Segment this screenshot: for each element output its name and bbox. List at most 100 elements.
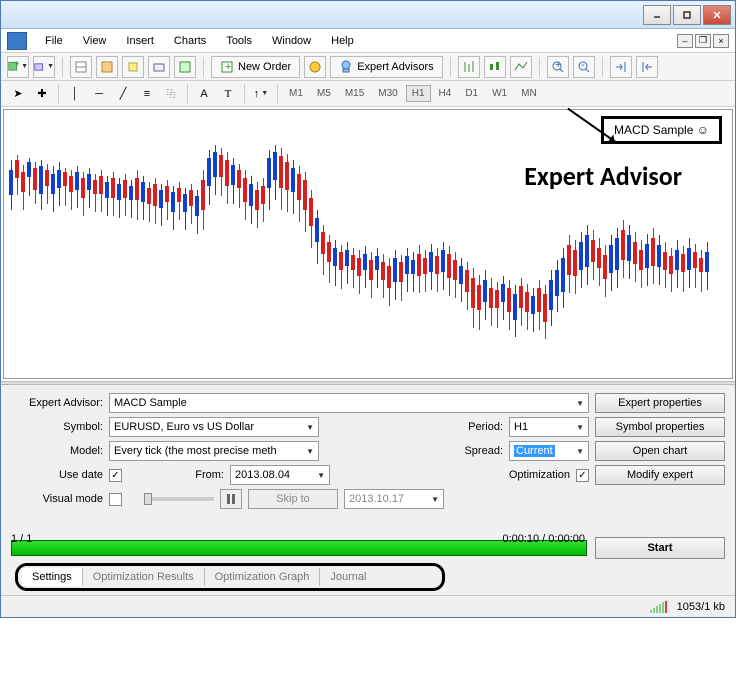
- visual-mode-label: Visual mode: [11, 493, 103, 505]
- zoom-out-icon[interactable]: -: [573, 56, 595, 78]
- symbol-select[interactable]: EURUSD, Euro vs US Dollar▼: [109, 417, 319, 437]
- timeframe-m1[interactable]: M1: [283, 85, 309, 102]
- mdi-restore[interactable]: ❐: [695, 34, 711, 48]
- model-select[interactable]: Every tick (the most precise meth▼: [109, 441, 319, 461]
- expert-label: Expert Advisor:: [11, 397, 103, 409]
- mdi-minimize[interactable]: –: [677, 34, 693, 48]
- use-date-checkbox[interactable]: ✓: [109, 469, 122, 482]
- arrows-icon[interactable]: ↑▼: [250, 83, 272, 105]
- line-chart-icon[interactable]: [510, 56, 532, 78]
- tab-journal[interactable]: Journal: [320, 568, 376, 586]
- horizontal-line-icon[interactable]: ─: [88, 83, 110, 105]
- pause-button[interactable]: [220, 489, 242, 509]
- minimize-button[interactable]: [643, 5, 671, 25]
- data-window-icon[interactable]: [96, 56, 118, 78]
- tab-optimization-results[interactable]: Optimization Results: [83, 568, 205, 586]
- use-date-label: Use date: [11, 469, 103, 481]
- menu-window[interactable]: Window: [262, 32, 321, 50]
- market-watch-icon[interactable]: [70, 56, 92, 78]
- new-order-button[interactable]: + New Order: [211, 56, 300, 78]
- new-chart-icon[interactable]: +▼: [7, 56, 29, 78]
- open-chart-button[interactable]: Open chart: [595, 441, 725, 461]
- statusbar: 1053/1 kb: [1, 595, 735, 617]
- crosshair-icon[interactable]: ✚: [31, 83, 53, 105]
- skip-to-button[interactable]: Skip to: [248, 489, 338, 509]
- timeframe-w1[interactable]: W1: [486, 85, 513, 102]
- modify-expert-button[interactable]: Modify expert: [595, 465, 725, 485]
- progress-bar: [11, 540, 587, 556]
- visual-mode-checkbox[interactable]: [109, 493, 122, 506]
- expert-properties-button[interactable]: Expert properties: [595, 393, 725, 413]
- timeframe-m5[interactable]: M5: [311, 85, 337, 102]
- trendline-icon[interactable]: ╱: [112, 83, 134, 105]
- from-label: From:: [184, 469, 224, 481]
- tester-tabs: SettingsOptimization ResultsOptimization…: [15, 563, 445, 591]
- traffic-label: 1053/1 kb: [677, 601, 725, 613]
- metaquotes-icon[interactable]: [304, 56, 326, 78]
- new-order-label: New Order: [238, 61, 291, 73]
- symbol-properties-button[interactable]: Symbol properties: [595, 417, 725, 437]
- tab-settings[interactable]: Settings: [22, 568, 83, 586]
- svg-text:+: +: [225, 61, 231, 73]
- expert-select[interactable]: MACD Sample▼: [109, 393, 589, 413]
- toolbar-drawing: ➤ ✚ │ ─ ╱ ≡ ⿻ A T ↑▼ M1M5M15M30H1H4D1W1M…: [1, 81, 735, 107]
- optimization-label: Optimization: [490, 469, 570, 481]
- svg-text:-: -: [581, 60, 585, 71]
- timeframe-mn[interactable]: MN: [515, 85, 543, 102]
- expert-advisors-button[interactable]: Expert Advisors: [330, 56, 442, 78]
- zoom-in-icon[interactable]: +: [547, 56, 569, 78]
- bar-chart-icon[interactable]: [458, 56, 480, 78]
- expert-advisors-label: Expert Advisors: [357, 61, 433, 73]
- menu-file[interactable]: File: [35, 32, 73, 50]
- menu-help[interactable]: Help: [321, 32, 364, 50]
- menu-view[interactable]: View: [73, 32, 117, 50]
- svg-text:+: +: [555, 60, 561, 71]
- titlebar: [1, 1, 735, 29]
- svg-text:+: +: [15, 60, 19, 68]
- from-date-select[interactable]: 2013.08.04▼: [230, 465, 330, 485]
- cursor-icon[interactable]: ➤: [7, 83, 29, 105]
- fibonacci-icon[interactable]: ⿻: [160, 83, 182, 105]
- start-button[interactable]: Start: [595, 537, 725, 559]
- mdi-close[interactable]: ×: [713, 34, 729, 48]
- candle-chart-icon[interactable]: [484, 56, 506, 78]
- text-label-icon[interactable]: T: [217, 83, 239, 105]
- menu-tools[interactable]: Tools: [216, 32, 262, 50]
- period-label: Period:: [453, 421, 503, 433]
- text-icon[interactable]: A: [193, 83, 215, 105]
- chart-shift-icon[interactable]: [636, 56, 658, 78]
- vertical-line-icon[interactable]: │: [64, 83, 86, 105]
- spread-label: Spread:: [453, 445, 503, 457]
- profiles-icon[interactable]: ▼: [33, 56, 55, 78]
- toolbar-main: +▼ ▼ + New Order Expert Advisors + -: [1, 53, 735, 81]
- speed-slider[interactable]: [144, 497, 214, 501]
- symbol-label: Symbol:: [11, 421, 103, 433]
- period-select[interactable]: H1▼: [509, 417, 589, 437]
- auto-scroll-icon[interactable]: [610, 56, 632, 78]
- timeframe-m15[interactable]: M15: [339, 85, 370, 102]
- menubar: FileViewInsertChartsToolsWindowHelp – ❐ …: [1, 29, 735, 53]
- strategy-tester-icon[interactable]: [174, 56, 196, 78]
- to-date-select[interactable]: 2013.10.17▼: [344, 489, 444, 509]
- timeframe-d1[interactable]: D1: [459, 85, 484, 102]
- terminal-icon[interactable]: [148, 56, 170, 78]
- progress-time: 0:00:10 / 0:00:00: [502, 533, 585, 545]
- model-label: Model:: [11, 445, 103, 457]
- navigator-icon[interactable]: [122, 56, 144, 78]
- menu-charts[interactable]: Charts: [164, 32, 216, 50]
- close-button[interactable]: [703, 5, 731, 25]
- tab-optimization-graph[interactable]: Optimization Graph: [205, 568, 321, 586]
- maximize-button[interactable]: [673, 5, 701, 25]
- strategy-tester-panel: Expert Advisor: MACD Sample▼ Expert prop…: [1, 385, 735, 595]
- spread-select[interactable]: Current▼: [509, 441, 589, 461]
- progress-count: 1 / 1: [11, 533, 32, 545]
- timeframe-m30[interactable]: M30: [372, 85, 403, 102]
- connection-bars-icon: [650, 601, 667, 613]
- app-icon: [7, 32, 27, 50]
- channel-icon[interactable]: ≡: [136, 83, 158, 105]
- timeframe-h1[interactable]: H1: [406, 85, 431, 102]
- chart-area[interactable]: MACD Sample ☺ Expert Advisor: [3, 109, 733, 379]
- menu-insert[interactable]: Insert: [116, 32, 164, 50]
- optimization-checkbox[interactable]: ✓: [576, 469, 589, 482]
- timeframe-h4[interactable]: H4: [433, 85, 458, 102]
